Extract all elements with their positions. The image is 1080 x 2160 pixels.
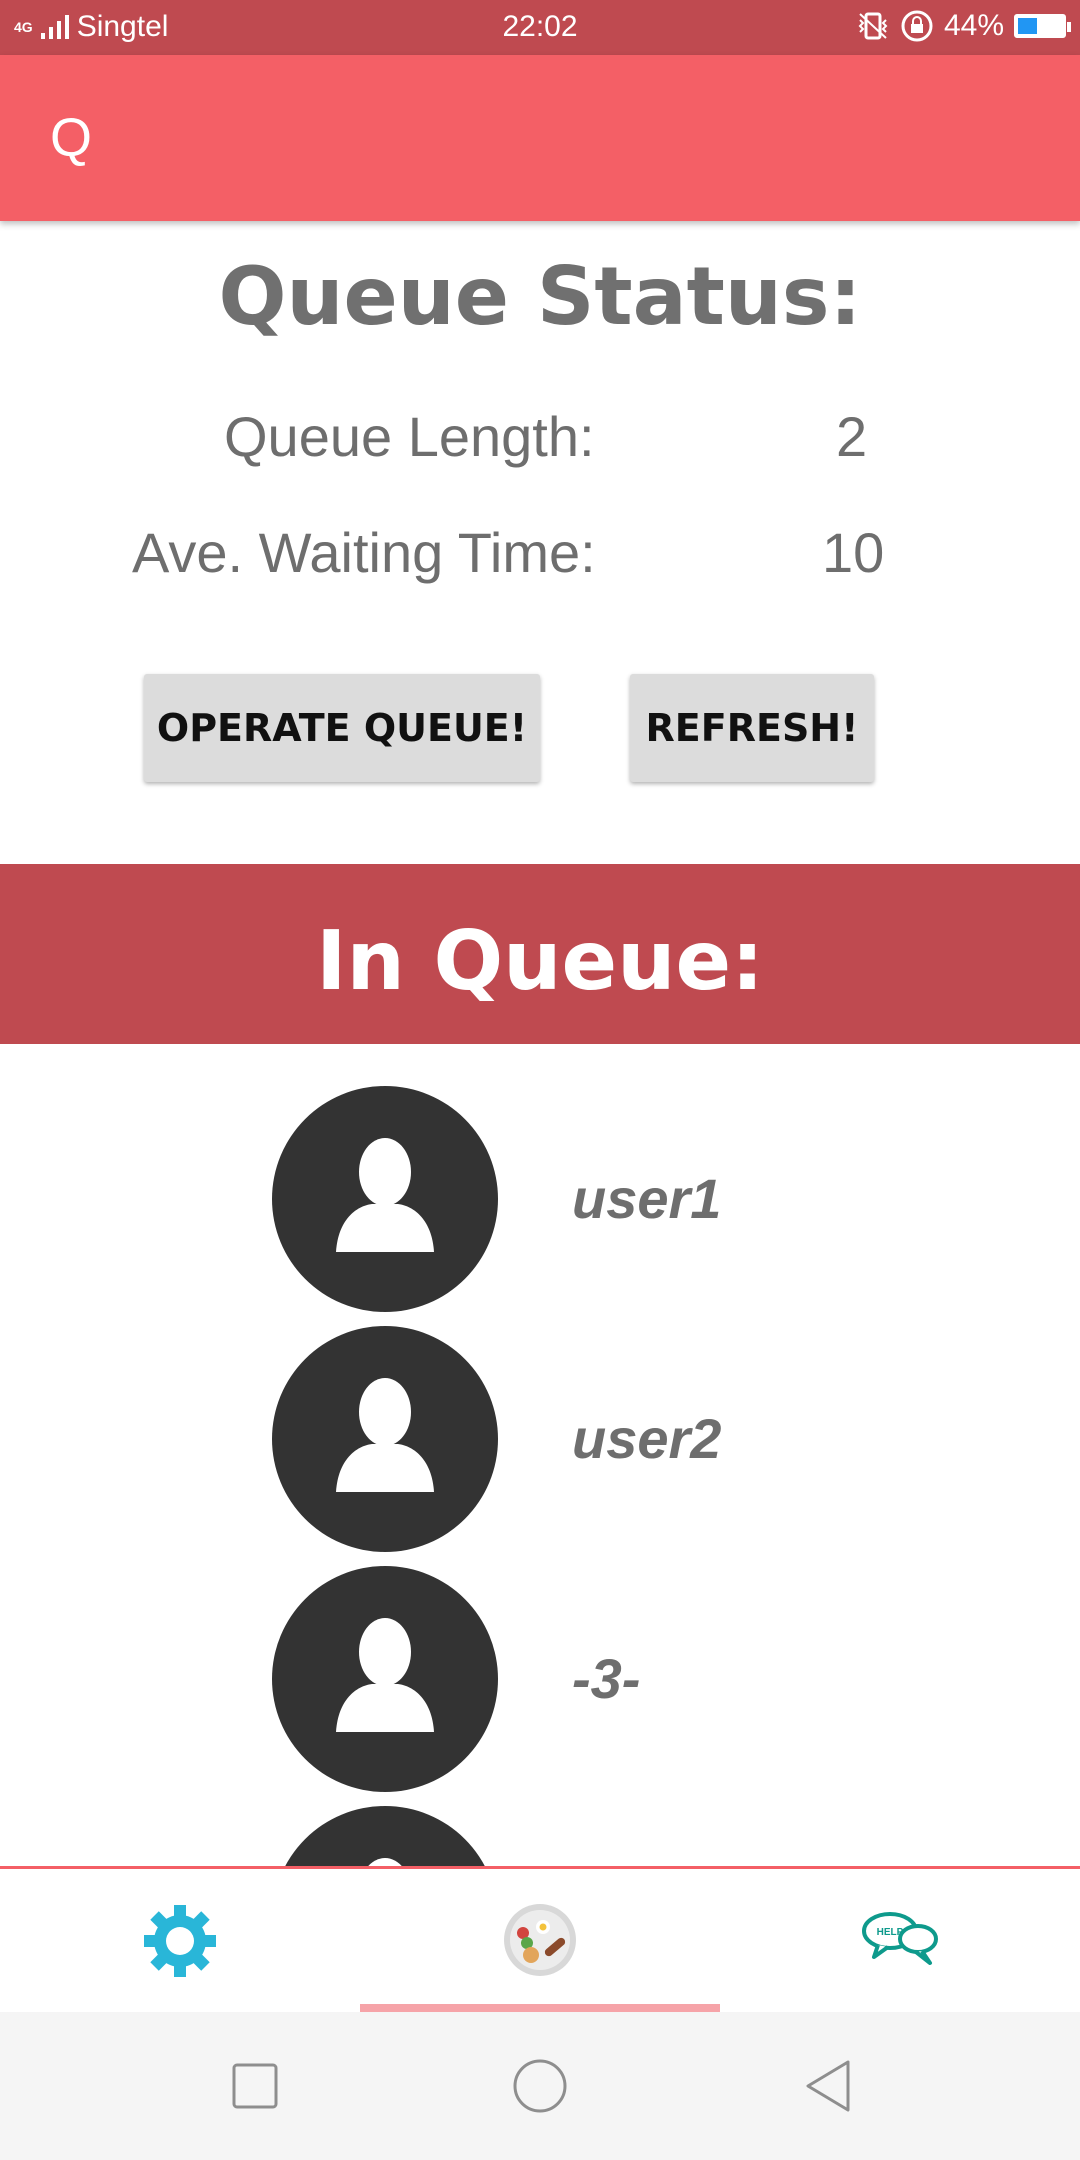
battery-icon [1014,14,1071,38]
list-item[interactable] [0,1764,1080,1868]
system-navigation-bar [0,2012,1080,2160]
app-title: Q [50,108,93,168]
food-icon [504,1904,576,1976]
avatar [272,1806,498,1868]
recent-apps-icon[interactable] [231,2062,279,2110]
queue-status-title: Queue Status: [218,250,862,343]
nav-food[interactable] [360,1869,720,2012]
list-item[interactable]: user2 [0,1284,1080,1552]
avatar [272,1086,498,1312]
queue-length-value: 2 [836,405,868,468]
status-right: 44% [856,9,1071,43]
in-queue-title: In Queue: [316,914,764,1009]
user-icon [336,1378,434,1492]
help-icon: HELP [862,1912,938,1965]
operate-queue-button[interactable]: OPERATE QUEUE! [144,674,540,782]
user-name: -3- [572,1647,641,1710]
app-bar: Q [0,55,1080,221]
vibrate-icon [858,12,888,40]
nav-help[interactable]: HELP [720,1869,1080,2012]
user-icon [336,1138,434,1252]
user-name: user2 [572,1407,722,1470]
nav-settings[interactable] [0,1869,360,2012]
user-icon [336,1618,434,1732]
list-item[interactable]: user1 [0,1044,1080,1312]
rotation-lock-icon [901,10,933,42]
refresh-button[interactable]: REFRESH! [630,674,874,782]
settings-icon [144,1905,216,1977]
avatar [272,1566,498,1792]
queue-list[interactable]: user1 user2 -3- [0,1044,1080,1868]
nav-selected-indicator [360,2004,720,2012]
wait-time-value: 10 [822,521,885,584]
status-bar: 4G Singtel 22:02 44% [0,0,1080,55]
user-icon [366,1858,404,1868]
bottom-navigation: HELP [0,1866,1080,2012]
home-icon[interactable] [512,2058,568,2114]
back-icon[interactable] [802,2058,854,2114]
wait-time-label: Ave. Waiting Time: [132,521,596,584]
list-item[interactable]: -3- [0,1524,1080,1792]
user-name: user1 [572,1167,722,1230]
in-queue-header: In Queue: [0,864,1080,1044]
svg-text:HELP: HELP [877,1927,904,1938]
avatar [272,1326,498,1552]
battery-percent: 44% [943,9,1004,42]
queue-length-label: Queue Length: [224,405,595,468]
